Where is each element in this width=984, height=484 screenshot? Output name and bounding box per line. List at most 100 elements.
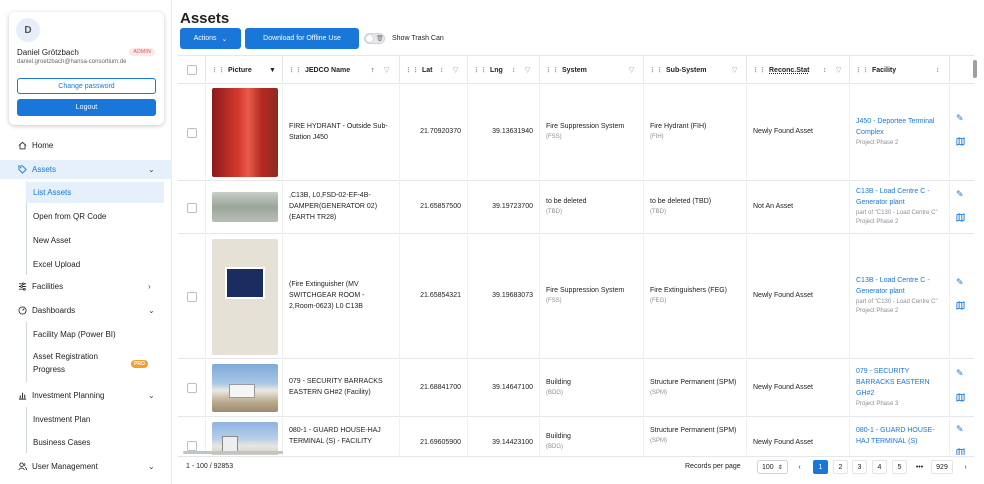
header-select-all[interactable] <box>178 56 206 84</box>
page-button[interactable]: 5 <box>892 460 907 474</box>
show-trash-toggle[interactable]: 🗑 <box>364 33 385 44</box>
nav-sub-list-assets[interactable]: List Assets <box>26 182 164 203</box>
row-select[interactable] <box>178 418 206 455</box>
row-select[interactable] <box>178 85 206 180</box>
header-reconc-stat[interactable]: ⋮⋮ Reconc.Stat ↕ ▽ <box>747 56 850 84</box>
header-sub-system[interactable]: ⋮⋮ Sub-System ▽ <box>644 56 747 84</box>
picture-cell[interactable] <box>206 235 283 358</box>
drag-handle-icon[interactable]: ⋮⋮ <box>752 66 766 74</box>
filter-icon[interactable]: ▽ <box>836 66 841 74</box>
header-lat[interactable]: ⋮⋮ Lat ↕ ▽ <box>400 56 468 84</box>
edit-icon[interactable]: ✎ <box>956 189 964 200</box>
header-picture[interactable]: ⋮⋮ Picture ▼ <box>206 56 283 84</box>
header-system[interactable]: ⋮⋮ System ▽ <box>540 56 644 84</box>
map-icon[interactable] <box>956 213 965 224</box>
nav-sub-open-from-qr[interactable]: Open from QR Code <box>26 207 164 225</box>
vertical-scrollbar[interactable] <box>973 60 977 78</box>
nav-sub-investment-plan[interactable]: Investment Plan <box>26 410 164 428</box>
edit-icon[interactable]: ✎ <box>956 424 964 435</box>
map-icon[interactable] <box>956 137 965 148</box>
edit-icon[interactable]: ✎ <box>956 277 964 288</box>
table-row[interactable]: ,C13B, L0,FSD-02-EF-4B-DAMPER(GENERATOR … <box>178 182 974 234</box>
drag-handle-icon[interactable]: ⋮⋮ <box>473 66 487 74</box>
edit-icon[interactable]: ✎ <box>956 368 964 379</box>
picture-cell[interactable] <box>206 85 283 180</box>
nav-item-investment-planning[interactable]: Investment Planning ⌄ <box>0 387 172 403</box>
drag-handle-icon[interactable]: ⋮⋮ <box>855 66 869 74</box>
table-row[interactable]: 079 - SECURITY BARRACKS EASTERN GH#2 (Fa… <box>178 360 974 417</box>
row-checkbox[interactable] <box>186 127 197 138</box>
page-button[interactable]: 2 <box>833 460 848 474</box>
sort-icon[interactable]: ↕ <box>440 67 444 74</box>
nav-sub-business-cases[interactable]: Business Cases <box>26 433 164 451</box>
logout-button[interactable]: Logout <box>17 99 156 116</box>
page-button[interactable]: 929 <box>931 460 953 474</box>
horizontal-scrollbar[interactable] <box>183 451 283 454</box>
download-offline-button[interactable]: Download for Offline Use <box>245 28 359 49</box>
sort-icon[interactable]: ↕ <box>936 67 940 74</box>
sort-icon[interactable]: ↑ <box>371 67 375 74</box>
edit-icon[interactable]: ✎ <box>956 113 964 124</box>
nav-sub-facility-map[interactable]: Facility Map (Power BI) <box>26 325 164 343</box>
header-lng[interactable]: ⋮⋮ Lng ↕ ▽ <box>468 56 540 84</box>
nav-sub-asset-registration-progress[interactable]: Asset Registration Progress <box>26 349 126 379</box>
prev-page-button[interactable]: ‹ <box>792 460 807 474</box>
facility-link[interactable]: C13B - Load Centre C - Generator plant <box>856 187 943 209</box>
table-row[interactable]: 080-1 - GUARD HOUSE-HAJ TERMINAL (S) - F… <box>178 418 974 455</box>
map-icon[interactable] <box>956 448 965 455</box>
nav-item-user-management[interactable]: User Management ⌄ <box>0 458 172 474</box>
facility-link[interactable]: 079 - SECURITY BARRACKS EASTERN GH#2 <box>856 367 943 400</box>
facility-link[interactable]: 080-1 - GUARD HOUSE-HAJ TERMINAL (S) <box>856 426 943 448</box>
sort-icon[interactable]: ↕ <box>823 67 827 74</box>
next-page-button[interactable]: › <box>958 460 973 474</box>
sort-icon[interactable]: ↕ <box>512 67 516 74</box>
header-jedco-name[interactable]: ⋮⋮ JEDCO Name ↑ ▽ <box>283 56 400 84</box>
actions-button[interactable]: Actions ⌄ <box>180 28 241 49</box>
nav-item-assets[interactable]: Assets ⌄ <box>0 160 172 179</box>
asset-photo[interactable] <box>212 88 278 177</box>
page-button[interactable]: 4 <box>872 460 887 474</box>
filter-icon[interactable]: ▽ <box>629 66 634 74</box>
nav-sub-new-asset[interactable]: New Asset <box>26 231 164 249</box>
page-button[interactable]: 1 <box>813 460 828 474</box>
row-checkbox[interactable] <box>186 441 197 451</box>
table-row[interactable]: FIRE HYDRANT - Outside Sub-Station J450 … <box>178 85 974 181</box>
row-select[interactable] <box>178 360 206 416</box>
facility-link[interactable]: J450 - Deportee Terminal Complex <box>856 117 943 139</box>
filter-icon[interactable]: ▼ <box>269 67 276 74</box>
row-checkbox[interactable] <box>186 291 197 302</box>
filter-icon[interactable]: ▽ <box>732 66 737 74</box>
header-facility[interactable]: ⋮⋮ Facility ↕ <box>850 56 950 84</box>
drag-handle-icon[interactable]: ⋮⋮ <box>288 66 302 74</box>
drag-handle-icon[interactable]: ⋮⋮ <box>405 66 419 74</box>
change-password-button[interactable]: Change password <box>17 78 156 94</box>
drag-handle-icon[interactable]: ⋮⋮ <box>211 66 225 74</box>
row-checkbox[interactable] <box>186 383 197 393</box>
filter-icon[interactable]: ▽ <box>525 66 530 74</box>
filter-icon[interactable]: ▽ <box>453 66 458 74</box>
map-icon[interactable] <box>956 393 965 404</box>
facility-cell: J450 - Deportee Terminal Complex Project … <box>850 85 950 180</box>
drag-handle-icon[interactable]: ⋮⋮ <box>545 66 559 74</box>
row-select[interactable] <box>178 182 206 233</box>
map-icon[interactable] <box>956 301 965 312</box>
nav-item-home[interactable]: Home <box>0 137 172 153</box>
asset-photo[interactable] <box>212 364 278 412</box>
asset-photo[interactable] <box>212 239 278 355</box>
records-per-page-select[interactable]: 100 ⇕ <box>757 460 788 474</box>
picture-cell[interactable] <box>206 360 283 416</box>
asset-photo[interactable] <box>212 192 278 222</box>
page-button[interactable]: 3 <box>852 460 867 474</box>
row-select[interactable] <box>178 235 206 358</box>
nav-sub-excel-upload[interactable]: Excel Upload <box>26 255 164 273</box>
nav-item-dashboards[interactable]: Dashboards ⌄ <box>0 302 172 318</box>
picture-cell[interactable] <box>206 418 283 455</box>
facility-link[interactable]: C13B - Load Centre C - Generator plant <box>856 276 943 298</box>
filter-icon[interactable]: ▽ <box>384 66 389 74</box>
table-row[interactable]: (Fire Extinguisher (MV SWITCHGEAR ROOM -… <box>178 235 974 359</box>
select-all-checkbox[interactable] <box>186 65 197 75</box>
drag-handle-icon[interactable]: ⋮⋮ <box>649 66 663 74</box>
row-checkbox[interactable] <box>186 202 197 213</box>
nav-item-facilities[interactable]: Facilities › <box>0 278 172 294</box>
picture-cell[interactable] <box>206 182 283 233</box>
